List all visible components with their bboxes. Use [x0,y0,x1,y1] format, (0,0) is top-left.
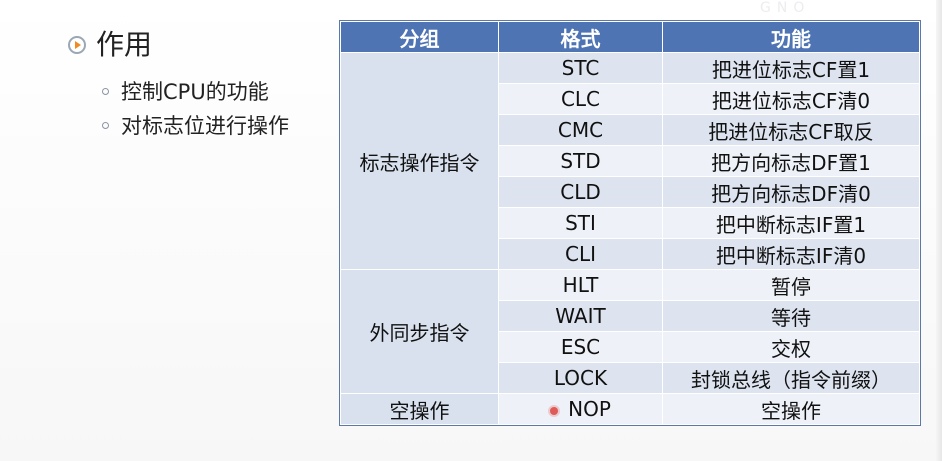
table-row: 外同步指令 HLT 暂停 [340,269,920,394]
format-cell: CLD [498,176,663,208]
slide: GNO 作用 控制CPU的功能 对标志位进行操作 分组 格式 功能 标志操作指令… [0,0,942,461]
format-cell: WAIT [498,300,663,332]
group-cell-sync: 外同步指令 [340,269,499,394]
sub-bullet-list: 控制CPU的功能 对标志位进行操作 [102,74,289,142]
format-cell: LOCK [498,362,663,394]
function-cell: 交权 [662,331,920,363]
bullet-dot-icon [102,87,109,95]
format-cell: STC [498,52,663,84]
function-cell: 空操作 [662,393,920,425]
table-row: 标志操作指令 STC 把进位标志CF置1 [340,52,920,270]
format-cell: STI [498,207,663,239]
sub-bullet-text: 控制CPU的功能 [121,80,269,104]
function-cell: 把进位标志CF清0 [662,83,920,115]
play-circle-icon [68,36,86,54]
heading-title: 作用 [96,28,153,61]
function-cell: 等待 [662,300,920,332]
format-cell: HLT [498,269,663,301]
function-cell: 封锁总线（指令前缀） [662,362,920,394]
group-cell-flag: 标志操作指令 [340,52,499,270]
table-row: 空操作 NOP 空操作 [340,393,920,425]
format-cell: CLC [498,83,663,115]
format-cell: NOP [498,393,663,425]
format-cell: CLI [498,238,663,270]
instruction-table-wrap: 分组 格式 功能 标志操作指令 STC 把进位标志CF置1 CLC 把进位标志C… [339,20,921,426]
function-cell: 把中断标志IF置1 [662,207,920,239]
sub-bullet-item: 对标志位进行操作 [102,108,289,142]
format-cell: CMC [498,114,663,146]
sub-bullet-item: 控制CPU的功能 [102,74,289,108]
bullet-dot-icon [102,121,109,129]
table-header-row: 分组 格式 功能 [340,21,920,53]
instruction-table: 分组 格式 功能 标志操作指令 STC 把进位标志CF置1 CLC 把进位标志C… [339,20,921,426]
header-function: 功能 [662,21,920,53]
function-cell: 把进位标志CF置1 [662,52,920,84]
top-watermark: GNO [760,0,811,16]
group-cell-nop: 空操作 [340,393,499,425]
heading-bullet: 作用 [68,31,152,59]
format-cell: STD [498,145,663,177]
header-group: 分组 [340,21,499,53]
function-cell: 把进位标志CF取反 [662,114,920,146]
cursor-marker-icon [550,406,559,415]
function-cell: 暂停 [662,269,920,301]
format-cell: ESC [498,331,663,363]
header-format: 格式 [498,21,663,53]
nop-format-text: NOP [568,397,611,421]
function-cell: 把方向标志DF置1 [662,145,920,177]
function-cell: 把中断标志IF清0 [662,238,920,270]
sub-bullet-text: 对标志位进行操作 [121,114,289,138]
function-cell: 把方向标志DF清0 [662,176,920,208]
right-edge [936,0,942,461]
